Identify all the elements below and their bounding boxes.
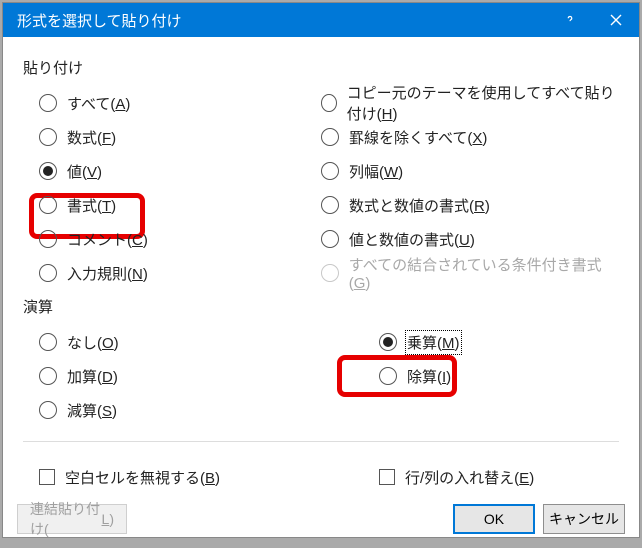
ok-button[interactable]: OK bbox=[453, 504, 535, 534]
checkbox-transpose[interactable]: 行/列の入れ替え(E) bbox=[379, 460, 619, 494]
titlebar: 形式を選択して貼り付け bbox=[3, 3, 639, 37]
radio-icon bbox=[39, 128, 57, 146]
radio-paste-condfmt: すべての結合されている条件付き書式(G) bbox=[321, 256, 619, 290]
radio-icon bbox=[321, 196, 339, 214]
radio-paste-noborder[interactable]: 罫線を除くすべて(X) bbox=[321, 120, 619, 154]
radio-icon bbox=[39, 162, 57, 180]
radio-paste-comment[interactable]: コメント(C) bbox=[39, 222, 321, 256]
radio-paste-value[interactable]: 値(V) bbox=[39, 154, 321, 188]
radio-op-divide[interactable]: 除算(I) bbox=[379, 359, 619, 393]
radio-paste-numfmt[interactable]: 数式と数値の書式(R) bbox=[321, 188, 619, 222]
radio-paste-all[interactable]: すべて(A) bbox=[39, 86, 321, 120]
paste-link-button: 連結貼り付け(L) bbox=[17, 504, 127, 534]
radio-op-add[interactable]: 加算(D) bbox=[39, 359, 321, 393]
radio-icon bbox=[321, 128, 339, 146]
radio-op-sub[interactable]: 減算(S) bbox=[39, 393, 321, 427]
paste-special-dialog: 形式を選択して貼り付け 貼り付け すべて(A) 数式(F) 値(V) 書式(T)… bbox=[2, 2, 640, 538]
cancel-button[interactable]: キャンセル bbox=[543, 504, 625, 534]
radio-paste-width[interactable]: 列幅(W) bbox=[321, 154, 619, 188]
radio-icon bbox=[39, 401, 57, 419]
radio-icon bbox=[39, 196, 57, 214]
radio-icon bbox=[321, 94, 337, 112]
radio-op-none[interactable]: なし(O) bbox=[39, 325, 321, 359]
radio-icon bbox=[39, 367, 57, 385]
close-button[interactable] bbox=[593, 3, 639, 37]
radio-icon bbox=[321, 162, 339, 180]
divider bbox=[23, 441, 619, 442]
checkbox-icon bbox=[39, 469, 55, 485]
radio-icon bbox=[39, 264, 57, 282]
radio-icon bbox=[321, 264, 339, 282]
radio-paste-theme[interactable]: コピー元のテーマを使用してすべて貼り付け(H) bbox=[321, 86, 619, 120]
radio-icon bbox=[379, 333, 397, 351]
radio-paste-format[interactable]: 書式(T) bbox=[39, 188, 321, 222]
radio-paste-formula[interactable]: 数式(F) bbox=[39, 120, 321, 154]
radio-icon bbox=[39, 333, 57, 351]
paste-section-label: 貼り付け bbox=[23, 57, 619, 78]
checkbox-skip-blanks[interactable]: 空白セルを無視する(B) bbox=[39, 460, 321, 494]
radio-icon bbox=[39, 94, 57, 112]
radio-icon bbox=[321, 230, 339, 248]
radio-icon bbox=[39, 230, 57, 248]
radio-paste-validation[interactable]: 入力規則(N) bbox=[39, 256, 321, 290]
dialog-title: 形式を選択して貼り付け bbox=[17, 10, 182, 31]
operation-section-label: 演算 bbox=[23, 296, 619, 317]
radio-icon bbox=[379, 367, 397, 385]
help-button[interactable] bbox=[547, 3, 593, 37]
radio-paste-valnumfmt[interactable]: 値と数値の書式(U) bbox=[321, 222, 619, 256]
radio-op-multiply[interactable]: 乗算(M) bbox=[379, 325, 619, 359]
checkbox-icon bbox=[379, 469, 395, 485]
dialog-content: 貼り付け すべて(A) 数式(F) 値(V) 書式(T) コメント(C) 入力規… bbox=[3, 37, 639, 494]
